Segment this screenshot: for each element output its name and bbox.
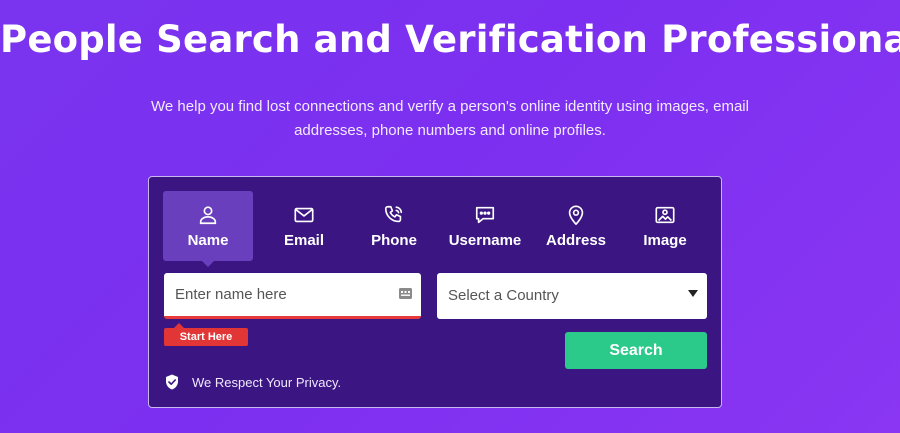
- tab-label: Address: [545, 232, 607, 249]
- page-subtitle: We help you find lost connections and ve…: [151, 98, 749, 139]
- tab-label: Name: [187, 232, 229, 249]
- search-tabs: Name Email Phone Username Address Image: [163, 191, 711, 267]
- search-panel: Name Email Phone Username Address Image …: [148, 176, 722, 408]
- start-here-badge: Start Here: [164, 323, 248, 346]
- page-title: People Search and Verification Professio…: [0, 18, 900, 61]
- tab-address[interactable]: Address: [533, 191, 619, 261]
- chat-icon: [475, 206, 495, 224]
- tab-phone[interactable]: Phone: [351, 191, 437, 261]
- name-field: [164, 273, 421, 319]
- search-button[interactable]: Search: [565, 332, 707, 369]
- tab-label: Phone: [371, 232, 417, 249]
- tab-label: Image: [643, 232, 687, 249]
- tab-email[interactable]: Email: [257, 191, 351, 261]
- privacy-text: We Respect Your Privacy.: [192, 374, 342, 390]
- image-icon: [655, 206, 675, 224]
- location-pin-icon: [568, 205, 584, 225]
- name-input[interactable]: [164, 273, 384, 316]
- country-select-value: Select a Country: [448, 287, 559, 304]
- shield-icon: [166, 374, 178, 390]
- phone-icon: [384, 205, 403, 223]
- contact-card-icon: [399, 288, 412, 299]
- tab-image[interactable]: Image: [619, 191, 711, 261]
- envelope-icon: [294, 207, 314, 223]
- caret-down-icon: [688, 290, 698, 297]
- tab-label: Email: [283, 232, 325, 249]
- country-select[interactable]: Select a Country: [437, 273, 707, 319]
- privacy-note: We Respect Your Privacy.: [165, 374, 341, 390]
- tab-label: Username: [448, 232, 522, 249]
- tab-name[interactable]: Name: [163, 191, 253, 267]
- tab-username[interactable]: Username: [437, 191, 533, 261]
- user-icon: [199, 206, 217, 225]
